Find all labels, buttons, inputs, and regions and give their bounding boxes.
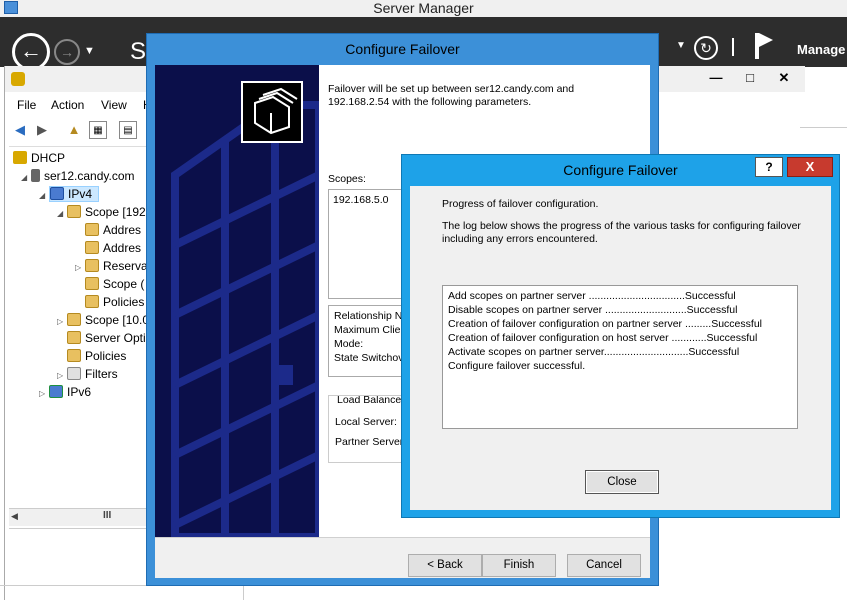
ipv6-icon [49, 385, 63, 398]
list-item[interactable]: 192.168.5.0 [333, 194, 388, 206]
menu-view[interactable]: View [101, 98, 127, 112]
scrollbar-thumb[interactable]: III [103, 510, 111, 521]
tree-item-ipv4[interactable]: ◢ IPv4 [39, 185, 100, 205]
tree-item-policies[interactable]: Policies [67, 347, 126, 365]
ipv4-icon [50, 187, 64, 200]
tree-item-address-leases[interactable]: Addres [85, 239, 141, 257]
up-folder-icon[interactable]: ▲ [65, 121, 83, 139]
refresh-icon[interactable]: ↻ [694, 36, 718, 60]
folder-icon [85, 259, 99, 272]
folders-icon [241, 81, 303, 143]
finish-button[interactable]: Finish [482, 554, 556, 577]
scope-folder-icon [67, 313, 81, 326]
log-line: Activate scopes on partner server.......… [448, 346, 740, 358]
window-title: Server Manager [373, 0, 474, 16]
wizard-banner [155, 65, 319, 537]
progress-description: The log below shows the progress of the … [442, 220, 801, 245]
scroll-left-icon[interactable]: ◀ [11, 511, 18, 522]
menu-action[interactable]: Action [51, 98, 84, 112]
cancel-button[interactable]: Cancel [567, 554, 641, 577]
folder-icon [67, 331, 81, 344]
notifications-flag-icon[interactable] [755, 33, 773, 59]
tree-item-dhcp[interactable]: DHCP [13, 149, 65, 167]
properties-icon[interactable]: ▤ [119, 121, 137, 139]
show-tree-icon[interactable]: ▦ [89, 121, 107, 139]
dhcp-app-icon [11, 72, 25, 86]
log-line: Creation of failover configuration on ho… [448, 332, 758, 344]
folder-icon [85, 241, 99, 254]
progress-log[interactable]: Add scopes on partner server ...........… [442, 285, 798, 429]
max-client-lead-time-label: Maximum Clien [334, 324, 407, 336]
forward-arrow-icon[interactable]: → [54, 39, 80, 65]
wizard-title: Configure Failover [345, 41, 460, 57]
folder-icon [67, 349, 81, 362]
wizard-button-bar: < Back Finish Cancel [155, 537, 650, 578]
toolbar: ◀ ▶ ▲ ▦ ▤ [5, 118, 155, 142]
log-line: Disable scopes on partner server .......… [448, 304, 738, 316]
folders-icon-graphic [254, 87, 298, 135]
collapse-icon[interactable]: ◢ [21, 169, 31, 187]
close-icon[interactable]: X [787, 157, 833, 177]
tree-item-reservations[interactable]: ▷ Reserva [75, 257, 148, 275]
scopes-label: Scopes: [328, 173, 366, 185]
local-server-label: Local Server: [335, 416, 397, 428]
folder-icon [85, 223, 99, 236]
back-button[interactable]: < Back [408, 554, 482, 577]
close-icon[interactable]: ✕ [767, 68, 801, 88]
folder-icon [85, 277, 99, 290]
scope-folder-icon [67, 205, 81, 218]
tree-item-ipv6[interactable]: ▷ IPv6 [39, 383, 91, 401]
header-dropdown-icon[interactable]: ▼ [676, 40, 686, 51]
minimize-icon[interactable]: — [699, 68, 733, 88]
tree-item-server[interactable]: ◢ ser12.candy.com [21, 167, 135, 185]
dhcp-icon [13, 151, 27, 164]
folder-icon [85, 295, 99, 308]
tree-item-scope-policies[interactable]: Policies [85, 293, 144, 311]
state-switchover-label: State Switchov [334, 352, 404, 364]
expand-icon[interactable]: ▷ [57, 313, 67, 331]
maximize-icon[interactable]: □ [733, 68, 767, 88]
log-line: Add scopes on partner server ...........… [448, 290, 736, 302]
configure-failover-progress-dialog: Configure Failover ? X Progress of failo… [401, 154, 840, 518]
log-line: Creation of failover configuration on pa… [448, 318, 762, 330]
expand-icon[interactable]: ▷ [75, 259, 85, 277]
tree-item-scope-10[interactable]: ▷ Scope [10.0 [57, 311, 149, 329]
tree-item-scope-192[interactable]: ◢ Scope [192 [57, 203, 146, 221]
menu-bar: File Action View H [5, 94, 155, 116]
load-balance-legend: Load Balance [335, 395, 404, 406]
history-dropdown-icon[interactable]: ▼ [84, 45, 95, 57]
horizontal-scrollbar[interactable]: ◀ III [9, 508, 151, 526]
divider [243, 585, 244, 600]
mode-label: Mode: [334, 338, 364, 350]
help-icon[interactable]: ? [755, 157, 783, 177]
wizard-intro-text: Failover will be set up between ser12.ca… [328, 83, 575, 108]
partner-server-label: Partner Server [335, 436, 404, 448]
collapse-icon[interactable]: ◢ [57, 205, 67, 223]
header-separator [732, 38, 734, 56]
filter-icon [67, 367, 81, 380]
divider [800, 127, 847, 128]
progress-heading: Progress of failover configuration. [442, 198, 599, 210]
tree-item-address-pool[interactable]: Addres [85, 221, 141, 239]
close-button[interactable]: Close [585, 470, 659, 494]
status-bar [9, 528, 151, 548]
progress-dialog-body: Progress of failover configuration. The … [410, 186, 831, 510]
relationship-name-label: Relationship N [334, 310, 403, 322]
server-manager-titlebar: Server Manager [0, 0, 847, 17]
collapse-icon[interactable]: ◢ [39, 187, 49, 205]
log-line: Configure failover successful. [448, 360, 586, 372]
tree-item-server-options[interactable]: Server Opti [67, 329, 146, 347]
expand-icon[interactable]: ▷ [39, 385, 49, 403]
server-icon [31, 169, 40, 182]
menu-file[interactable]: File [17, 98, 36, 112]
back-icon[interactable]: ◀ [11, 121, 29, 139]
tree-item-scope-options[interactable]: Scope ( [85, 275, 144, 293]
tree-item-filters[interactable]: ▷ Filters [57, 365, 118, 383]
forward-icon[interactable]: ▶ [33, 121, 51, 139]
